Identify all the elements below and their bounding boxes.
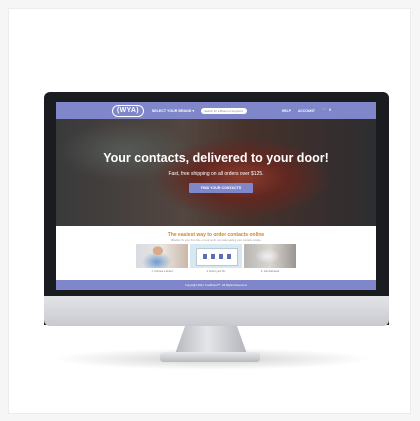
monitor-stand (175, 326, 247, 354)
feature-image (244, 244, 296, 268)
cart-icon: 🛒 (321, 107, 329, 113)
top-nav: (WYA) SELECT YOUR BRAND ▾ Search for a B… (56, 102, 376, 119)
nav-right: HELP ACCOUNT 🛒 0 (282, 108, 331, 113)
rx-digit-mark (219, 254, 223, 259)
section-title: The easiest way to order contacts online (167, 232, 265, 238)
hero-subtitle: Fast, free shipping on all orders over $… (168, 171, 264, 177)
find-contacts-button[interactable]: FIND YOUR CONTACTS (189, 183, 253, 193)
feature-caption: 2. Enter your Rx (206, 270, 226, 273)
hero-banner: Your contacts, delivered to your door! F… (56, 119, 376, 226)
feature-get-delivered[interactable]: 3. Get delivered (244, 244, 296, 274)
brand-select[interactable]: SELECT YOUR BRAND ▾ (152, 109, 194, 113)
rx-digit-mark (203, 254, 207, 259)
feature-image (136, 244, 188, 268)
feature-enter-rx[interactable]: 2. Enter your Rx (190, 244, 242, 274)
monitor-screen: (WYA) SELECT YOUR BRAND ▾ Search for a B… (56, 102, 376, 290)
feature-choose-brand[interactable]: 1. Choose a brand (136, 244, 188, 274)
search-input[interactable]: Search for a Brand or Keyword (201, 107, 248, 114)
rx-form-illustration (196, 248, 238, 266)
cart-count: 0 (329, 108, 331, 112)
rx-digit-mark (211, 254, 215, 259)
monitor-base (160, 352, 260, 362)
hero-title: Your contacts, delivered to your door! (103, 151, 329, 165)
feature-caption: 1. Choose a brand (151, 270, 173, 273)
section-subtitle: Whether it's your first time or your ten… (170, 239, 262, 242)
cart-button[interactable]: 🛒 0 (322, 108, 331, 113)
monitor-chin (44, 296, 389, 326)
footer: Copyright 2021 YourBrand™. All Rights Re… (56, 280, 376, 290)
feature-caption: 3. Get delivered (260, 270, 280, 273)
rx-digit-mark (227, 254, 231, 259)
logo[interactable]: (WYA) (112, 104, 144, 117)
help-link[interactable]: HELP (282, 109, 291, 113)
account-link[interactable]: ACCOUNT (298, 109, 315, 113)
feature-image (190, 244, 242, 268)
